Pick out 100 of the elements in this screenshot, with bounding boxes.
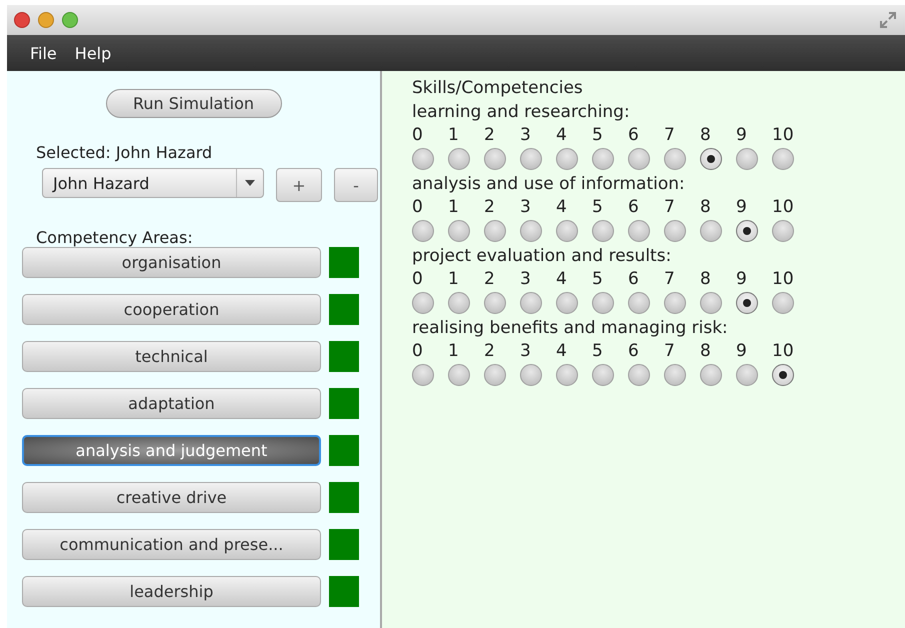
scale-number: 8 [700,340,712,362]
remove-button[interactable]: - [334,168,378,202]
scale-number: 0 [412,196,424,218]
radio-button[interactable] [556,292,578,314]
scale-number: 6 [628,196,640,218]
radio-button[interactable] [556,364,578,386]
radio-button[interactable] [520,292,542,314]
scale-number: 2 [484,196,496,218]
radio-button[interactable] [556,148,578,170]
radio-button[interactable] [772,364,794,386]
radio-button[interactable] [628,292,650,314]
radio-button[interactable] [412,292,434,314]
scale-number: 0 [412,124,424,146]
radio-button[interactable] [700,148,722,170]
scale-number: 9 [736,268,748,290]
scale-number: 6 [628,268,640,290]
competency-area-button[interactable]: communication and prese... [22,529,321,560]
competency-area-button[interactable]: organisation [22,247,321,278]
radio-button[interactable] [664,364,686,386]
radio-button[interactable] [484,220,506,242]
radio-button[interactable] [700,292,722,314]
add-button[interactable]: + [276,168,322,202]
scale-number: 8 [700,196,712,218]
scale-number: 3 [520,124,532,146]
competency-area-button[interactable]: leadership [22,576,321,607]
radio-button[interactable] [664,292,686,314]
menu-item[interactable]: File [30,44,57,62]
radio-button[interactable] [592,364,614,386]
competency-area-button[interactable]: analysis and judgement [22,435,321,466]
radio-button[interactable] [592,292,614,314]
radio-button[interactable] [592,220,614,242]
radio-button[interactable] [700,220,722,242]
scale-number: 3 [520,340,532,362]
radio-button[interactable] [772,220,794,242]
radio-button[interactable] [736,220,758,242]
radio-button[interactable] [664,220,686,242]
scale-number: 9 [736,196,748,218]
radio-button[interactable] [772,148,794,170]
scale-number: 5 [592,268,604,290]
radio-button[interactable] [484,148,506,170]
radio-button[interactable] [700,364,722,386]
radio-button[interactable] [520,364,542,386]
selected-label: Selected: John Hazard [36,143,214,162]
scale-number: 1 [448,196,460,218]
radio-button[interactable] [412,364,434,386]
scale-number: 2 [484,340,496,362]
scale-number: 5 [592,124,604,146]
radio-button[interactable] [736,148,758,170]
scale-number: 3 [520,196,532,218]
radio-button[interactable] [448,364,470,386]
radio-button[interactable] [736,364,758,386]
person-dropdown[interactable]: John Hazard [42,168,264,198]
radio-button[interactable] [592,148,614,170]
scale-number: 6 [628,124,640,146]
scale-number: 5 [592,340,604,362]
competency-area-button[interactable]: adaptation [22,388,321,419]
radio-button[interactable] [484,292,506,314]
scale-number: 7 [664,124,676,146]
scale-number: 4 [556,196,568,218]
radio-button[interactable] [556,220,578,242]
menu-item[interactable]: Help [74,44,112,62]
scale-number: 1 [448,124,460,146]
radio-button[interactable] [628,148,650,170]
radio-button[interactable] [520,220,542,242]
scale-number: 4 [556,340,568,362]
radio-button[interactable] [448,220,470,242]
scale-number: 0 [412,340,424,362]
radio-button[interactable] [448,148,470,170]
radio-button[interactable] [412,220,434,242]
scale-number: 2 [484,124,496,146]
skill-label: realising benefits and managing risk: [412,317,729,340]
dropdown-arrow-icon [244,179,256,187]
radio-button[interactable] [772,292,794,314]
radio-button[interactable] [520,148,542,170]
scale-number: 3 [520,268,532,290]
scale-number: 9 [736,340,748,362]
scale-number: 0 [412,268,424,290]
radio-button[interactable] [484,364,506,386]
scale-number: 2 [484,268,496,290]
radio-button[interactable] [628,364,650,386]
skill-label: learning and researching: [412,101,631,124]
radio-button[interactable] [412,148,434,170]
scale-number: 9 [736,124,748,146]
scale-number: 6 [628,340,640,362]
competency-area-button[interactable]: creative drive [22,482,321,513]
competency-areas-label: Competency Areas: [36,228,194,247]
competency-area-button[interactable]: cooperation [22,294,321,325]
radio-button[interactable] [628,220,650,242]
radio-button[interactable] [664,148,686,170]
fullscreen-icon[interactable] [879,11,897,29]
scale-number: 1 [448,268,460,290]
scale-number: 4 [556,268,568,290]
radio-button[interactable] [736,292,758,314]
scale-number: 7 [664,268,676,290]
scale-number: 7 [664,196,676,218]
radio-button[interactable] [448,292,470,314]
run-simulation-button[interactable]: Run Simulation [106,89,282,118]
scale-number: 10 [772,340,795,362]
competency-area-button[interactable]: technical [22,341,321,372]
scale-number: 1 [448,340,460,362]
